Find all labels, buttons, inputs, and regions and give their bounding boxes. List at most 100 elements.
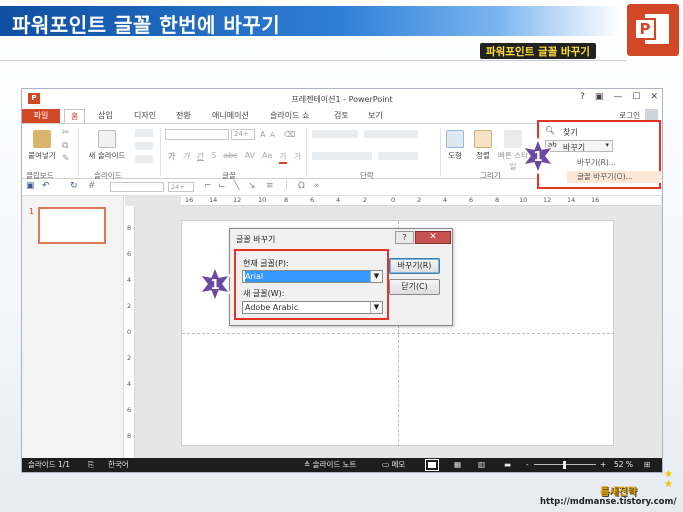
columns-buttons[interactable] [378,152,418,160]
horizontal-ruler: 16 14 12 10 8 6 4 2 0 2 4 6 8 10 12 14 1… [181,196,661,206]
banner: 파워포인트 글꼴 한번에 바꾸기 [0,0,683,40]
thumbnail-number: 1 [29,207,35,216]
list-buttons[interactable] [312,130,358,138]
qat-arrow-icon[interactable]: ↘ [248,181,256,191]
tab-review[interactable]: 검토 [334,109,349,123]
help-icon[interactable]: ? [580,92,585,102]
slide-thumbnail[interactable] [38,207,106,244]
replace-button[interactable]: 바꾸기(R) [389,258,440,274]
slide-sorter-icon[interactable]: ▦ [454,458,461,472]
minimize-icon[interactable]: — [613,92,622,102]
indent-buttons[interactable] [364,130,418,138]
tab-insert[interactable]: 삽입 [98,109,113,123]
dialog-title: 글꼴 바꾸기 [236,235,276,244]
qat-shape-icon[interactable]: ⌐ [204,181,212,191]
ribbon-display-icon[interactable]: ▣ [595,92,604,102]
zoom-out-button[interactable]: - [526,458,529,472]
close-icon[interactable]: ✕ [650,92,658,102]
paste-icon [33,130,51,148]
save-icon[interactable]: ▣ [26,181,35,191]
customize-icon[interactable]: # [88,181,96,191]
zoom-level[interactable]: 52 % [614,458,633,472]
footer-url[interactable]: http://mdmanse.tistory.com/ [540,497,676,507]
tab-file[interactable]: 파일 [22,109,60,123]
shrink-font-icon[interactable]: A [270,131,275,139]
fit-slide-icon[interactable]: ⊞ [644,458,650,472]
maximize-icon[interactable]: ☐ [632,92,640,102]
shapes-button[interactable]: 도형 [442,130,468,161]
qat-line-icon[interactable]: ╲ [234,181,239,191]
qat-connector-icon[interactable]: ⌙ [218,181,226,191]
highlight-icon[interactable]: 가 [294,151,301,164]
arrange-icon [474,130,492,148]
title-bar: P 프레젠테이션1 - PowerPoint ? ▣ — ☐ ✕ [22,89,662,109]
font-name-dropdown[interactable] [165,129,229,140]
dialog-close-button[interactable]: ✕ [415,231,451,244]
format-painter-icon[interactable]: ✎ [62,154,70,164]
section-icon[interactable] [135,155,153,163]
slide-counter: 슬라이드 1/1 [28,460,71,469]
spellcheck-icon[interactable]: ⎘ [88,458,94,472]
slideshow-icon[interactable]: ▬ [504,458,511,472]
window-controls: ? ▣ — ☐ ✕ [580,92,658,102]
zoom-in-button[interactable]: + [600,458,606,472]
new-slide-icon [98,130,116,148]
reading-view-icon[interactable]: ▥ [478,458,485,472]
new-slide-button[interactable]: 새 슬라이드 [84,130,130,161]
tab-animations[interactable]: 애니메이션 [212,109,249,123]
tab-transitions[interactable]: 전환 [176,109,191,123]
normal-view-icon[interactable] [425,459,439,471]
undo-icon[interactable]: ↶ [42,181,50,191]
find-icon: 🔍︎ [545,126,556,135]
grow-font-icon[interactable]: A [260,130,265,139]
zoom-slider-thumb[interactable] [563,461,566,469]
qat-bullet-icon[interactable]: ⋮ [282,181,291,191]
layout-icon[interactable] [135,129,153,137]
menu-item-replace-fonts[interactable]: 글꼴 바꾸기(O)... [567,171,661,183]
step-badge-ribbon: 1 [521,138,555,174]
clear-format-icon[interactable]: ⌫ [284,130,295,139]
footer-brand: 틈새전략 [600,487,637,498]
tab-view[interactable]: 보기 [368,109,383,123]
align-buttons[interactable] [312,152,372,160]
comments-button[interactable]: ▭ 메모 [382,458,405,472]
replace-dropdown-label: 바꾸기 [563,143,586,152]
qat-font-dropdown[interactable] [110,182,164,192]
shapes-icon [446,130,464,148]
qat-more-icon[interactable]: » [314,181,320,191]
font-size-dropdown[interactable]: 24+ [231,129,255,140]
find-button[interactable]: 찾기 [563,127,578,138]
notes-button[interactable]: ≙ 슬라이드 노트 [304,458,356,472]
menu-item-replace[interactable]: 바꾸기(R)... [567,157,661,169]
bold-icon[interactable]: 가 [168,151,175,164]
spacing-icon[interactable]: AV [245,151,255,164]
reset-icon[interactable] [135,142,153,150]
qat-size-dropdown[interactable]: 24+ [168,182,194,192]
underline-icon[interactable]: 간 [197,151,204,164]
change-case-icon[interactable]: Aa [262,151,272,164]
decorative-stars-icon: ★ ★ [664,469,673,490]
font-color-icon[interactable]: 가 [279,151,287,164]
cut-icon[interactable]: ✂ [62,128,70,138]
qat-omega-icon[interactable]: Ω [298,181,305,191]
italic-icon[interactable]: 가 [182,151,189,164]
badge-number: 1 [210,278,219,293]
slide-thumbnail-pane: 1 [22,196,124,458]
badge-number: 1 [533,150,542,165]
language-label[interactable]: 한국어 [108,458,129,472]
comments-label: 메모 [391,460,406,469]
close-button[interactable]: 닫기(C) [389,279,440,295]
tab-slideshow[interactable]: 슬라이드 쇼 [270,109,309,123]
strikethrough-icon[interactable]: abc [223,151,237,164]
copy-icon[interactable]: ⧉ [62,141,68,151]
arrange-button[interactable]: 정렬 [470,130,496,161]
dialog-help-button[interactable]: ? [395,231,414,244]
tab-home[interactable]: 홈 [64,109,86,123]
status-bar: 슬라이드 1/1 ⎘ 한국어 ≙ 슬라이드 노트 ▭ 메모 ▦ ▥ ▬ - + … [22,458,662,472]
paste-button[interactable]: 붙여넣기 [25,130,59,161]
redo-icon[interactable]: ↻ [70,181,78,191]
tab-design[interactable]: 디자인 [134,109,156,123]
qat-align-icon[interactable]: ≡ [266,181,274,191]
shadow-icon[interactable]: S [211,151,216,164]
paste-label: 붙여넣기 [28,151,56,160]
